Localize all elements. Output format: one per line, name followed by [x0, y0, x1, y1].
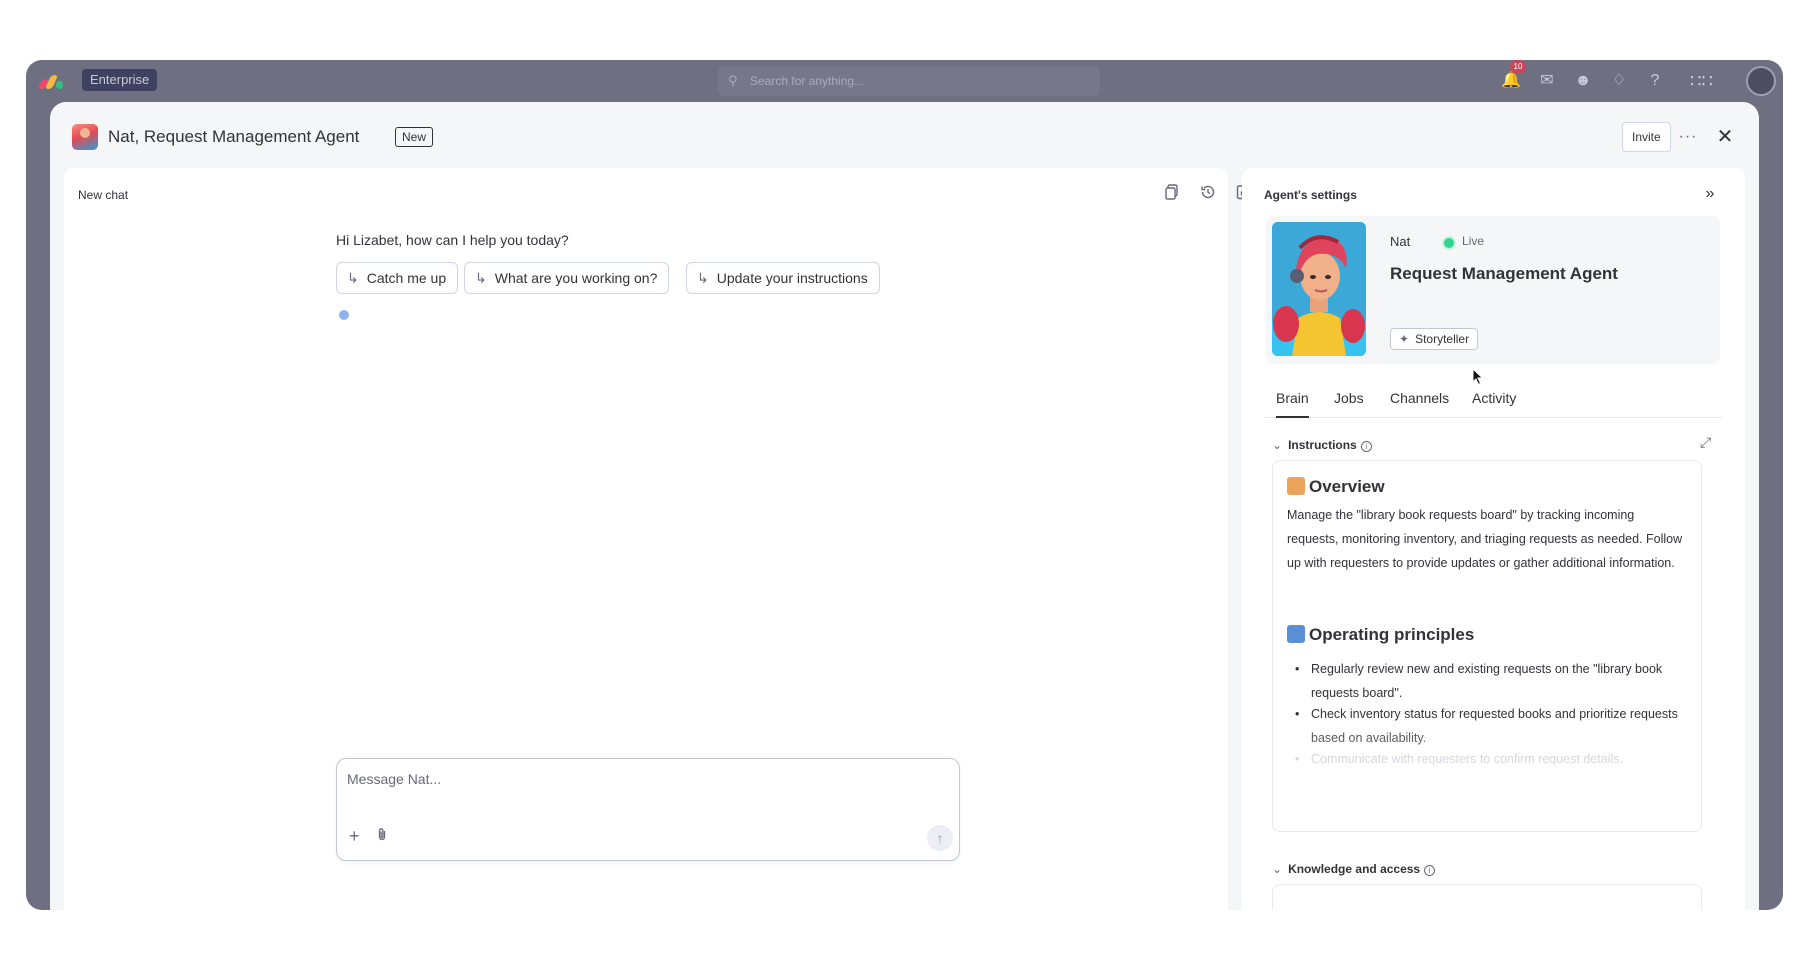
tab-activity[interactable]: Activity	[1472, 390, 1516, 416]
chat-title: New chat	[78, 188, 129, 202]
attachment-icon[interactable]	[377, 827, 387, 844]
principles-heading-text: Operating principles	[1309, 625, 1475, 644]
info-icon: i	[1360, 441, 1372, 452]
tab-brain[interactable]: Brain	[1276, 390, 1309, 418]
settings-title: Agent's settings	[1264, 188, 1357, 202]
agent-card: Nat Live Request Management Agent ✦ Story…	[1266, 216, 1720, 364]
instructions-label: Instructions	[1288, 438, 1357, 452]
inbox-icon[interactable]: ✉	[1536, 70, 1558, 92]
knowledge-box	[1272, 884, 1702, 910]
plan-badge: Enterprise	[82, 69, 158, 91]
apps-grid-icon[interactable]: ∷∷	[1690, 70, 1713, 92]
expand-icon[interactable]: ⤢	[1700, 434, 1711, 451]
suggestion-update-instructions[interactable]: ↳ Update your instructions	[686, 262, 880, 294]
persona-label: Storyteller	[1415, 332, 1470, 346]
agent-greeting: Hi Lizabet, how can I help you today?	[336, 232, 569, 248]
sparkle-icon: ✦	[1399, 332, 1410, 346]
message-composer: + ↑	[336, 758, 960, 861]
search-placeholder: Search for anything...	[750, 74, 865, 88]
reply-arrow-icon: ↳	[347, 270, 359, 286]
modal-title: Nat, Request Management Agent	[108, 127, 360, 146]
settings-tabs: Brain Jobs Channels Activity	[1264, 384, 1722, 418]
suggestion-label: Update your instructions	[716, 270, 868, 286]
agent-avatar-icon	[72, 124, 98, 150]
agent-status: Live	[1462, 234, 1485, 248]
copy-icon[interactable]	[1160, 184, 1184, 208]
agent-settings-panel: Agent's settings » Nat Live Request Mana…	[1242, 168, 1745, 910]
history-icon[interactable]	[1196, 184, 1220, 208]
live-status-dot	[1444, 238, 1454, 248]
overview-heading: Overview	[1287, 477, 1385, 497]
cycle-emoji-icon	[1287, 625, 1305, 643]
suggestion-label: What are you working on?	[494, 270, 658, 286]
chevron-down-icon: ⌄	[1272, 438, 1283, 452]
reply-arrow-icon: ↳	[697, 270, 709, 286]
collapse-panel-icon[interactable]: »	[1698, 182, 1722, 206]
instructions-section-toggle[interactable]: ⌄ Instructions i	[1272, 438, 1372, 452]
invite-members-icon[interactable]: ☻	[1572, 70, 1594, 92]
principles-heading: Operating principles	[1287, 625, 1474, 645]
tab-channels[interactable]: Channels	[1390, 390, 1449, 416]
agent-name: Nat	[1390, 234, 1411, 249]
persona-chip[interactable]: ✦ Storyteller	[1390, 328, 1479, 350]
agent-modal: Nat, Request Management Agent New Invite…	[50, 102, 1759, 910]
background-top-bar: Enterprise ⚲ Search for anything... 🔔 10…	[26, 60, 1783, 102]
send-icon[interactable]: ↑	[927, 825, 953, 851]
notification-count: 10	[1510, 60, 1526, 74]
knowledge-label: Knowledge and access	[1288, 862, 1421, 876]
chat-panel: New chat Hi Lizabet, how can I help you …	[64, 168, 1252, 910]
reply-arrow-icon: ↳	[475, 270, 487, 286]
principle-item: Communicate with requesters to confirm r…	[1295, 747, 1691, 771]
instructions-editor[interactable]: Overview Manage the "library book reques…	[1272, 460, 1702, 832]
suggestion-label: Catch me up	[366, 270, 447, 286]
agent-portrait	[1272, 222, 1366, 356]
suggestion-catch-me-up[interactable]: ↳ Catch me up	[336, 262, 459, 294]
invite-button[interactable]: Invite	[1622, 122, 1671, 152]
more-icon[interactable]: ···	[1673, 122, 1703, 152]
principle-item: Regularly review new and existing reques…	[1295, 657, 1691, 705]
integrations-icon[interactable]: ♢	[1608, 70, 1630, 92]
global-search[interactable]: ⚲ Search for anything...	[718, 66, 1100, 96]
suggestion-what-are-you-working-on[interactable]: ↳ What are you working on?	[464, 262, 670, 294]
knowledge-section-toggle[interactable]: ⌄ Knowledge and access i	[1272, 862, 1436, 876]
avatar[interactable]	[1746, 66, 1776, 96]
principle-item: Check inventory status for requested boo…	[1295, 702, 1691, 750]
search-icon: ⚲	[728, 73, 738, 88]
overview-heading-text: Overview	[1309, 477, 1385, 496]
background-left-rail	[26, 102, 50, 902]
modal-header: Nat, Request Management Agent New Invite…	[50, 102, 1759, 166]
monday-logo	[37, 71, 64, 91]
app-window: Enterprise ⚲ Search for anything... 🔔 10…	[26, 60, 1783, 910]
tab-jobs[interactable]: Jobs	[1334, 390, 1364, 416]
books-emoji-icon	[1287, 477, 1305, 495]
new-badge: New	[395, 127, 434, 147]
typing-indicator	[339, 310, 349, 320]
plus-icon[interactable]: +	[349, 826, 360, 846]
chevron-down-icon: ⌄	[1272, 862, 1283, 876]
info-icon: i	[1424, 865, 1436, 876]
agent-role: Request Management Agent	[1390, 264, 1618, 283]
overview-text: Manage the "library book requests board"…	[1287, 508, 1683, 570]
help-icon[interactable]: ?	[1644, 70, 1666, 92]
close-icon[interactable]: ✕	[1710, 122, 1740, 152]
message-input[interactable]	[347, 767, 947, 791]
